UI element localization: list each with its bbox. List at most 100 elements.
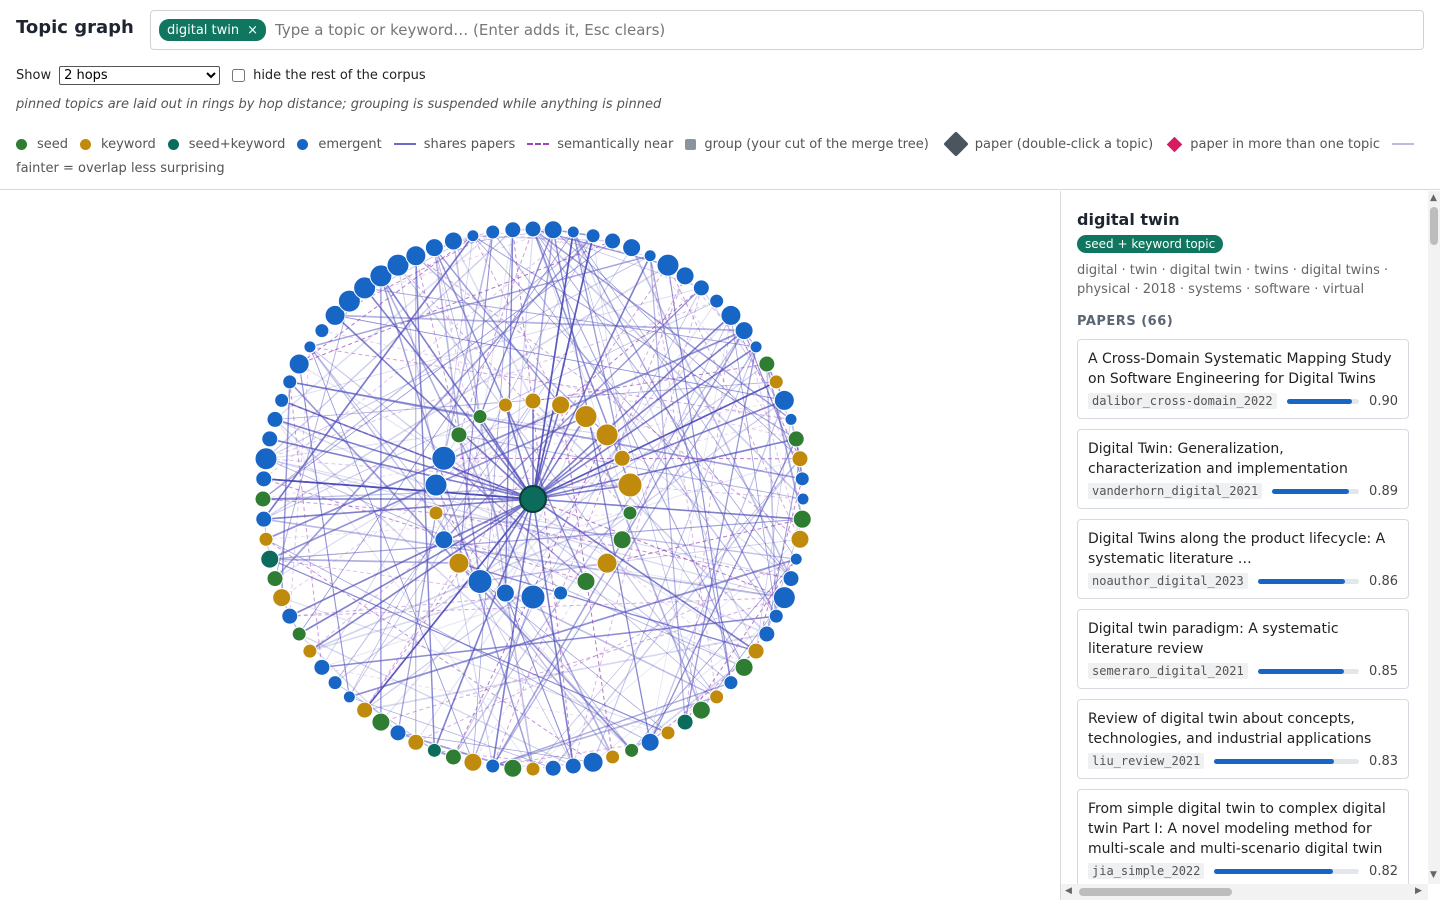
paper-card[interactable]: From simple digital twin to complex digi… bbox=[1077, 789, 1409, 884]
horizontal-scrollbar[interactable]: ◀ ▶ bbox=[1061, 884, 1428, 900]
topic-node-emergent[interactable] bbox=[505, 222, 521, 238]
topic-node-keyword[interactable] bbox=[596, 424, 618, 446]
topic-node-emergent[interactable] bbox=[314, 659, 330, 675]
topic-node-seed[interactable] bbox=[759, 356, 775, 372]
hops-select[interactable]: 2 hops bbox=[59, 66, 220, 85]
scroll-up-icon[interactable]: ▲ bbox=[1430, 193, 1437, 203]
topic-node-emergent[interactable] bbox=[289, 354, 309, 374]
topic-node-keyword[interactable] bbox=[597, 553, 617, 573]
topic-node-keyword[interactable] bbox=[618, 473, 642, 497]
topic-node-emergent[interactable] bbox=[554, 586, 568, 600]
paper-card[interactable]: Digital Twins along the product lifecycl… bbox=[1077, 519, 1409, 599]
topic-node-emergent[interactable] bbox=[735, 322, 753, 340]
topic-node-emergent[interactable] bbox=[586, 229, 600, 243]
topic-node-keyword[interactable] bbox=[526, 762, 540, 776]
topic-node-keyword[interactable] bbox=[769, 375, 783, 389]
topic-node-seed[interactable] bbox=[793, 510, 811, 528]
topic-node-emergent[interactable] bbox=[283, 375, 297, 389]
topic-node-keyword[interactable] bbox=[525, 393, 541, 409]
topic-node-seed[interactable] bbox=[372, 713, 390, 731]
topic-node-emergent[interactable] bbox=[623, 239, 641, 257]
topic-node-keyword[interactable] bbox=[792, 451, 808, 467]
topic-node-keyword[interactable] bbox=[552, 396, 570, 414]
topic-node-emergent[interactable] bbox=[567, 226, 579, 238]
topic-node-emergent[interactable] bbox=[468, 569, 492, 593]
topic-node-seed[interactable] bbox=[267, 571, 283, 587]
topic-search-box[interactable]: digital twin × bbox=[150, 10, 1424, 50]
topic-node-emergent[interactable] bbox=[795, 472, 809, 486]
topic-node-keyword[interactable] bbox=[710, 690, 724, 704]
topic-node-emergent[interactable] bbox=[724, 676, 738, 690]
horizontal-scroll-thumb[interactable] bbox=[1079, 888, 1232, 896]
topic-node-keyword[interactable] bbox=[357, 702, 373, 718]
topic-node-keyword[interactable] bbox=[429, 506, 443, 520]
topic-node-emergent[interactable] bbox=[521, 585, 545, 609]
topic-node-emergent[interactable] bbox=[390, 725, 406, 741]
topic-node-emergent[interactable] bbox=[406, 246, 426, 266]
topic-node-emergent[interactable] bbox=[545, 760, 561, 776]
topic-node-keyword[interactable] bbox=[498, 398, 512, 412]
topic-node-emergent[interactable] bbox=[255, 448, 277, 470]
paper-card[interactable]: Digital twin paradigm: A systematic lite… bbox=[1077, 609, 1409, 689]
topic-node-emergent[interactable] bbox=[496, 584, 514, 602]
topic-node-emergent[interactable] bbox=[750, 341, 762, 353]
topic-node-keyword[interactable] bbox=[449, 553, 469, 573]
topic-node-emergent[interactable] bbox=[693, 280, 709, 296]
close-icon[interactable]: × bbox=[247, 23, 258, 38]
paper-title[interactable]: A Cross-Domain Systematic Mapping Study … bbox=[1088, 349, 1398, 389]
paper-card[interactable]: Review of digital twin about concepts, t… bbox=[1077, 699, 1409, 779]
topic-node-keyword[interactable] bbox=[408, 734, 424, 750]
topic-node-emergent[interactable] bbox=[783, 571, 799, 587]
topic-node-keyword[interactable] bbox=[791, 530, 809, 548]
paper-title[interactable]: Review of digital twin about concepts, t… bbox=[1088, 709, 1398, 749]
topic-node-emergent[interactable] bbox=[425, 474, 447, 496]
scroll-down-icon[interactable]: ▼ bbox=[1430, 870, 1437, 880]
topic-node-keyword[interactable] bbox=[661, 726, 675, 740]
paper-title[interactable]: Digital Twin: Generalization, characteri… bbox=[1088, 439, 1398, 479]
topic-node-seed[interactable] bbox=[625, 743, 639, 757]
topic-node-emergent[interactable] bbox=[328, 676, 342, 690]
topic-node-emergent[interactable] bbox=[275, 393, 289, 407]
topic-node-emergent[interactable] bbox=[282, 608, 298, 624]
topic-node-keyword[interactable] bbox=[259, 532, 273, 546]
topic-node-keyword[interactable] bbox=[303, 644, 317, 658]
topic-node-emergent[interactable] bbox=[785, 413, 797, 425]
topic-node-seed[interactable] bbox=[451, 427, 467, 443]
topic-node-seed-keyword[interactable] bbox=[261, 550, 279, 568]
paper-card[interactable]: A Cross-Domain Systematic Mapping Study … bbox=[1077, 339, 1409, 419]
topic-node-seed[interactable] bbox=[613, 531, 631, 549]
topic-node-emergent[interactable] bbox=[267, 411, 283, 427]
topic-node-seed[interactable] bbox=[735, 658, 753, 676]
topic-node-emergent[interactable] bbox=[486, 225, 500, 239]
topic-node-emergent[interactable] bbox=[657, 254, 679, 276]
scroll-right-icon[interactable]: ▶ bbox=[1415, 886, 1422, 896]
topic-node-emergent[interactable] bbox=[315, 324, 329, 338]
paper-title[interactable]: From simple digital twin to complex digi… bbox=[1088, 799, 1398, 859]
topic-node-emergent[interactable] bbox=[773, 587, 795, 609]
topic-node-emergent[interactable] bbox=[721, 305, 741, 325]
topic-node-seed-keyword[interactable] bbox=[677, 714, 693, 730]
topic-node-seed[interactable] bbox=[692, 701, 710, 719]
paper-title[interactable]: Digital Twins along the product lifecycl… bbox=[1088, 529, 1398, 569]
topic-node-keyword[interactable] bbox=[606, 750, 620, 764]
topic-node-keyword[interactable] bbox=[748, 643, 764, 659]
vertical-scrollbar[interactable]: ▲ ▼ bbox=[1428, 191, 1440, 884]
topic-graph-canvas[interactable] bbox=[0, 191, 1060, 900]
topic-node-emergent[interactable] bbox=[710, 294, 724, 308]
topic-node-keyword[interactable] bbox=[273, 589, 291, 607]
topic-node-emergent[interactable] bbox=[769, 609, 783, 623]
topic-node-emergent[interactable] bbox=[676, 267, 694, 285]
hide-corpus-label[interactable]: hide the rest of the corpus bbox=[253, 68, 426, 83]
topic-node-emergent[interactable] bbox=[644, 250, 656, 262]
topic-node-emergent[interactable] bbox=[565, 758, 581, 774]
topic-node-seed-keyword[interactable] bbox=[427, 743, 441, 757]
topic-chip[interactable]: digital twin × bbox=[159, 19, 266, 41]
topic-node-emergent[interactable] bbox=[467, 230, 479, 242]
topic-node-seed[interactable] bbox=[473, 410, 487, 424]
hide-corpus-checkbox[interactable] bbox=[232, 69, 245, 82]
topic-node-seed[interactable] bbox=[577, 572, 595, 590]
graph-svg[interactable] bbox=[0, 191, 1060, 900]
topic-node-emergent[interactable] bbox=[797, 493, 809, 505]
topic-node-emergent[interactable] bbox=[304, 341, 316, 353]
topic-node-seed[interactable] bbox=[255, 491, 271, 507]
